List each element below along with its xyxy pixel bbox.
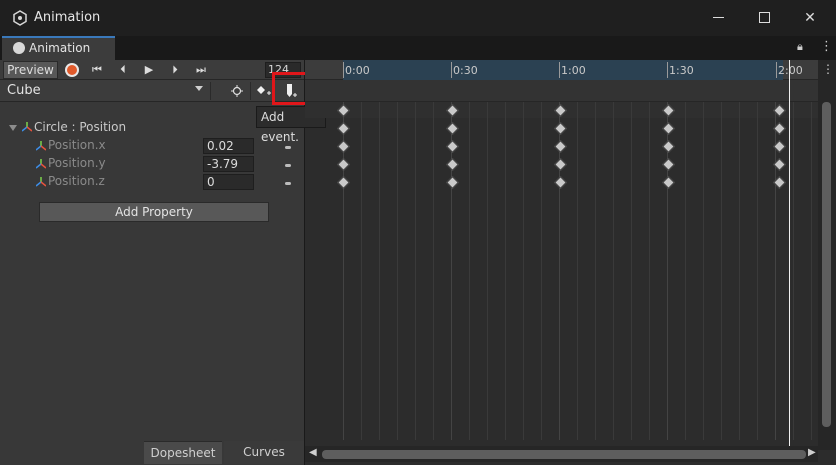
prev-key-button[interactable]: ⏴: [112, 61, 134, 79]
tab-strip: [0, 36, 836, 60]
grid-line: [415, 102, 416, 440]
event-strip[interactable]: [305, 80, 818, 102]
grid-line: [379, 102, 380, 440]
minimize-button[interactable]: [698, 6, 738, 30]
playhead[interactable]: [789, 60, 790, 450]
grid-line: [595, 102, 596, 440]
add-property-button[interactable]: Add Property: [39, 202, 269, 222]
keyframe-toggle-icon[interactable]: [285, 164, 291, 167]
property-value-field[interactable]: -3.79: [203, 156, 254, 172]
transform-axis-icon: [36, 159, 46, 169]
grid-line: [649, 102, 650, 440]
grid-line: [739, 102, 740, 440]
last-key-button[interactable]: ⏭: [190, 61, 212, 79]
grid-line: [811, 102, 812, 440]
time-tick-mark: [667, 62, 668, 78]
filter-by-selection-button[interactable]: [224, 81, 250, 101]
transform-axis-icon: [36, 141, 46, 151]
scroll-left-icon[interactable]: ◀: [309, 447, 317, 458]
property-name[interactable]: Position.y: [48, 156, 106, 170]
grid-line: [685, 102, 686, 440]
property-value-field[interactable]: 0.02: [203, 138, 254, 154]
time-tick-mark: [559, 62, 560, 78]
time-tick-label: 0:30: [453, 64, 478, 77]
kebab-menu-icon[interactable]: ⋮: [822, 62, 834, 76]
vertical-scroll-thumb[interactable]: [822, 102, 831, 427]
toolbar-separator: [210, 82, 211, 100]
grid-line: [469, 102, 470, 440]
play-button[interactable]: ▶: [138, 61, 160, 79]
grid-line: [757, 102, 758, 440]
close-button[interactable]: ✕: [790, 6, 830, 30]
annotation-highlight-box: [272, 72, 309, 105]
grid-line: [631, 102, 632, 440]
tab-dopesheet[interactable]: Dopesheet: [144, 441, 222, 464]
grid-line: [487, 102, 488, 440]
window-title: Animation: [34, 10, 101, 25]
grid-line: [775, 102, 776, 440]
tab-curves[interactable]: Curves: [224, 441, 304, 464]
minimize-icon: [712, 17, 724, 18]
close-icon: ✕: [804, 10, 816, 26]
time-tick-label: 0:00: [345, 64, 370, 77]
chevron-down-icon: [195, 86, 203, 91]
transform-axis-icon: [36, 177, 46, 187]
keyframe-toggle-icon[interactable]: [285, 146, 291, 149]
time-tick-mark: [451, 62, 452, 78]
tab-label: Animation: [29, 41, 91, 55]
lock-icon[interactable]: 🔒︎: [797, 40, 803, 54]
grid-line: [721, 102, 722, 440]
grid-line: [505, 102, 506, 440]
property-group-label[interactable]: Circle : Position: [34, 120, 126, 136]
clock-icon: [13, 42, 25, 54]
time-tick-label: 2:00: [778, 64, 803, 77]
time-tick-mark: [776, 62, 777, 78]
time-tick-mark: [343, 62, 344, 78]
transform-axis-icon: [22, 122, 32, 132]
property-value-field[interactable]: 0: [203, 174, 254, 190]
grid-line: [433, 102, 434, 440]
grid-line: [397, 102, 398, 440]
time-tick-label: 1:00: [561, 64, 586, 77]
grid-line: [361, 102, 362, 440]
preview-button[interactable]: Preview: [3, 61, 58, 79]
property-name[interactable]: Position.x: [48, 138, 106, 152]
next-key-button[interactable]: ⏵: [164, 61, 186, 79]
foldout-arrow-icon[interactable]: [9, 125, 17, 131]
unity-logo-icon: [13, 10, 27, 26]
first-key-button[interactable]: ⏮: [86, 61, 108, 79]
property-name[interactable]: Position.z: [48, 174, 105, 188]
crosshair-icon: [231, 85, 243, 97]
clip-dropdown[interactable]: Cube: [2, 81, 208, 101]
grid-line: [793, 102, 794, 440]
time-tick-label: 1:30: [669, 64, 694, 77]
maximize-icon: [758, 12, 770, 23]
grid-line: [541, 102, 542, 440]
keyframe-toggle-icon[interactable]: [285, 182, 291, 185]
grid-line: [523, 102, 524, 440]
grid-line: [613, 102, 614, 440]
horizontal-scroll-thumb[interactable]: [322, 450, 806, 459]
grid-line: [577, 102, 578, 440]
record-icon[interactable]: [65, 63, 79, 77]
kebab-menu-icon[interactable]: ⋮: [820, 39, 833, 54]
scroll-right-icon[interactable]: ▶: [808, 447, 816, 458]
maximize-button[interactable]: [744, 6, 784, 30]
grid-line: [703, 102, 704, 440]
add-keyframe-icon: [257, 86, 271, 95]
